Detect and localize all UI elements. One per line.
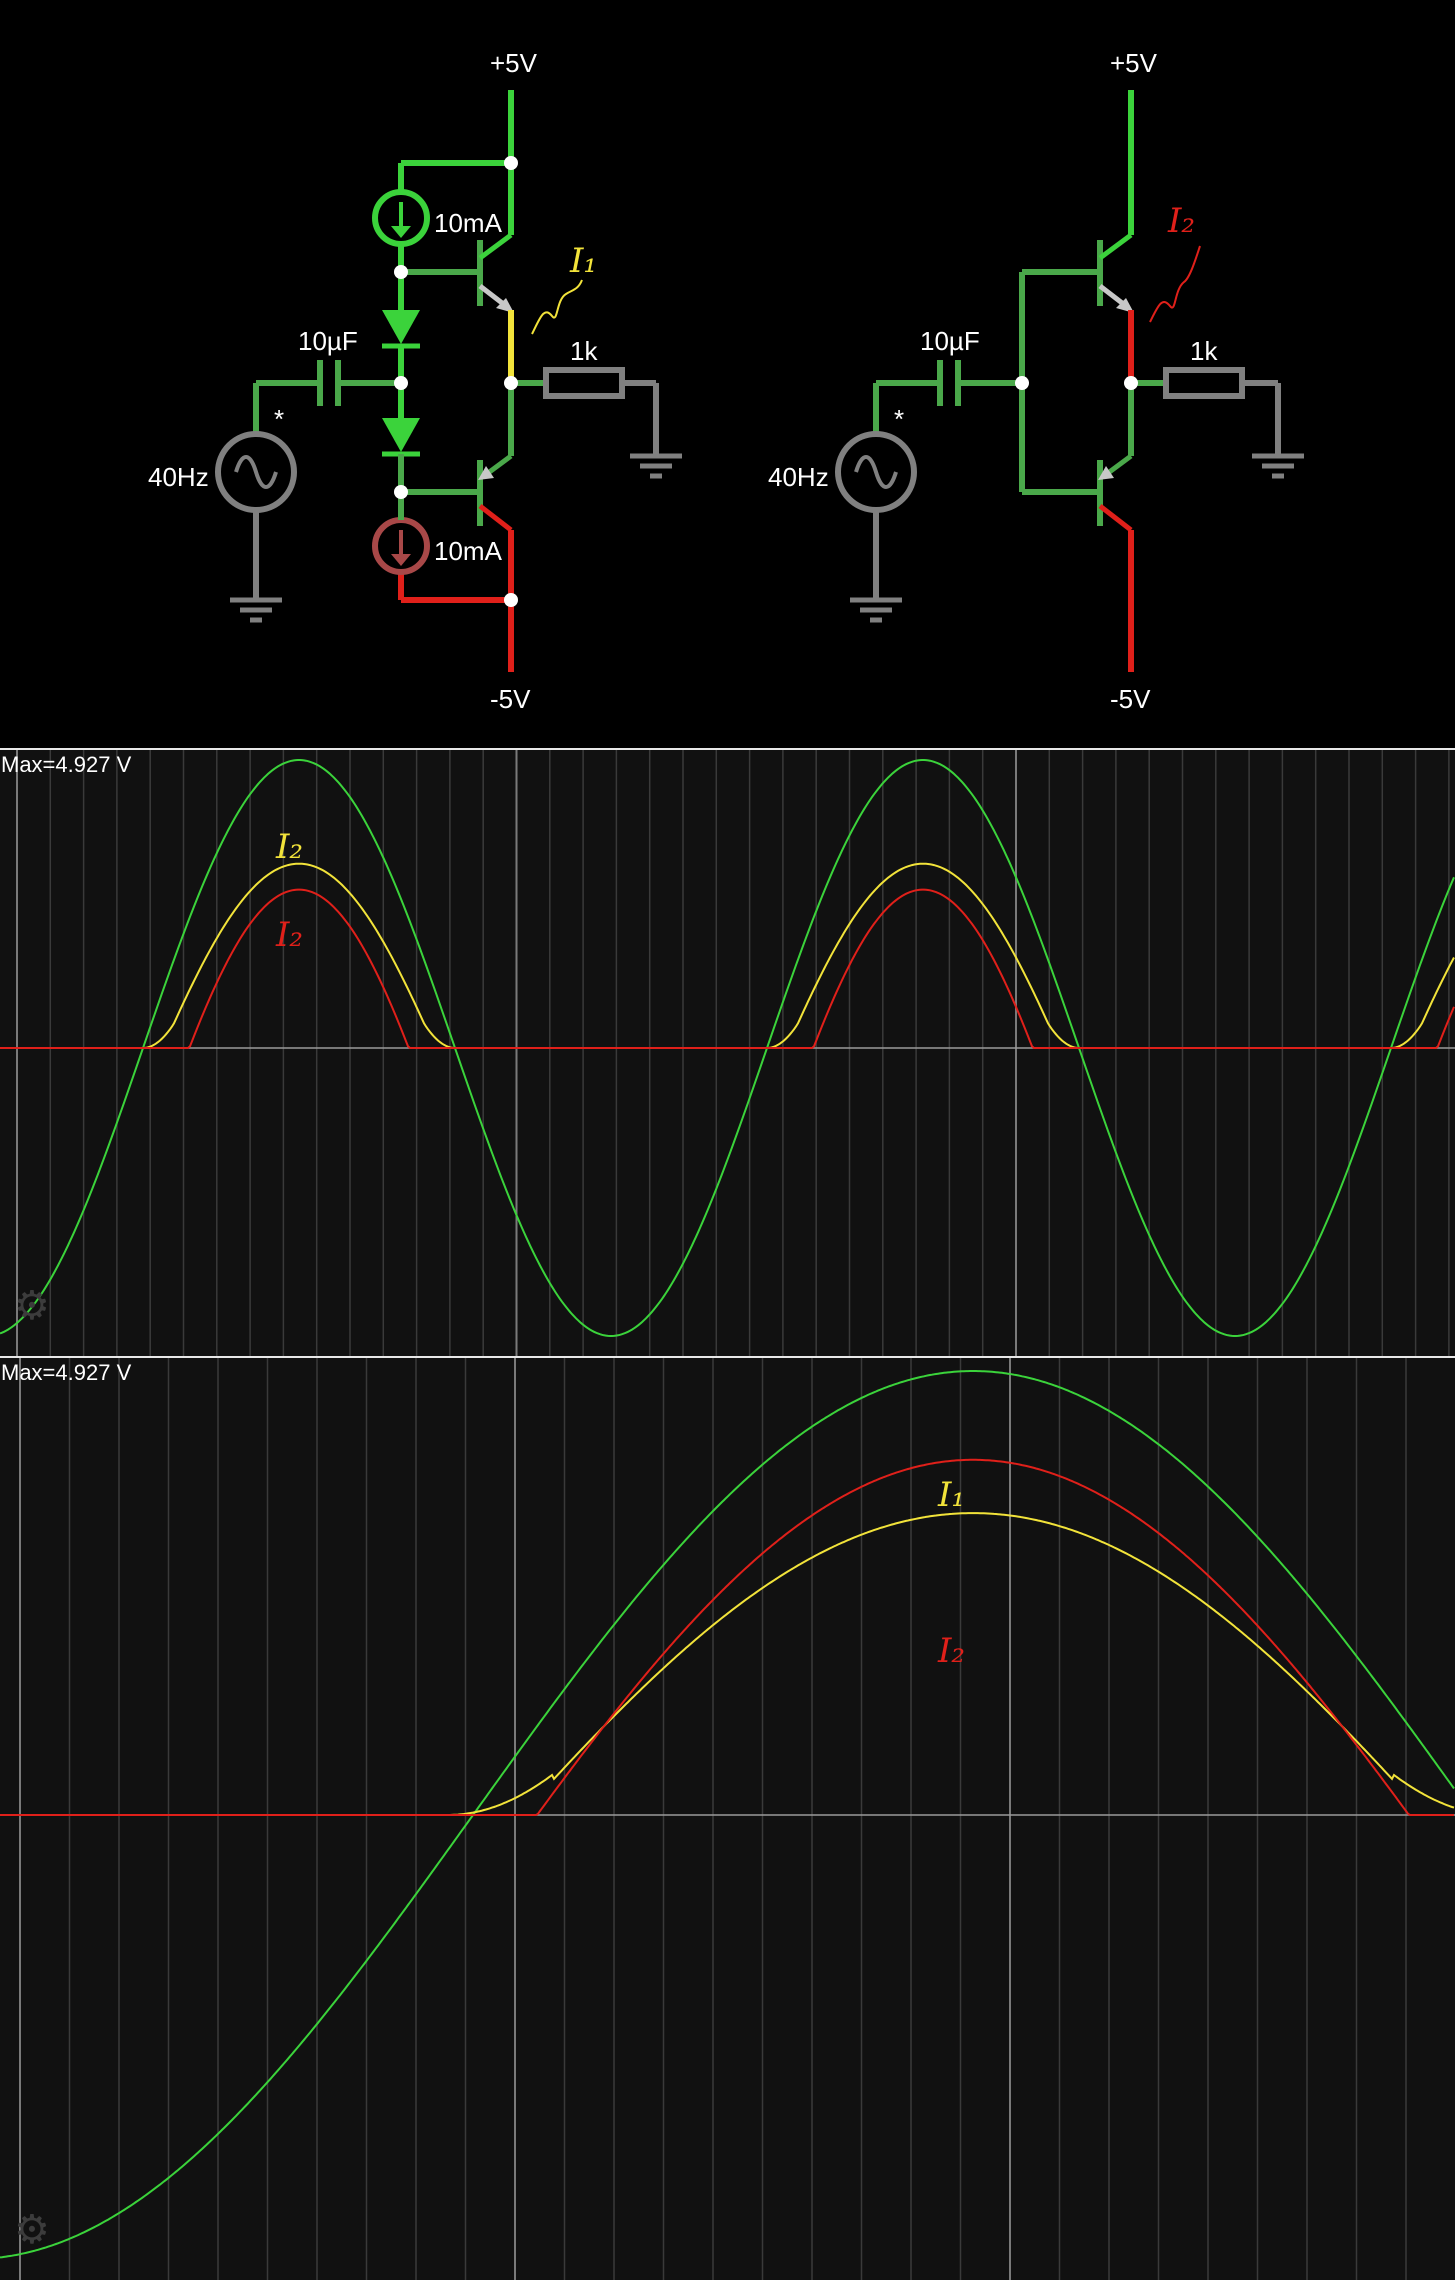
pnp-transistor[interactable]: [401, 453, 513, 532]
right-resistor-label: 1k: [1190, 336, 1218, 366]
trace-yellow: [0, 862, 1455, 1049]
scope1-max-label: Max=4.927 V: [1, 752, 132, 777]
sine-source-icon[interactable]: [835, 431, 917, 513]
circuit-canvas[interactable]: +5V -5V 10mA 10mA 10µF 1k 40Hz * I₁ +5V …: [0, 0, 1455, 748]
sine-source-icon[interactable]: [215, 431, 297, 513]
diode-icon: [382, 310, 420, 349]
scope2-plot: I₁ I₂: [0, 1358, 1455, 2280]
left-freq-label: 40Hz: [148, 462, 209, 492]
ground-icon: [850, 597, 902, 623]
current-source-icon[interactable]: [372, 189, 430, 247]
right-vminus-label: -5V: [1110, 684, 1151, 714]
trace-annotation: I₂: [275, 915, 303, 955]
right-source-marker: *: [894, 404, 904, 434]
npn-transistor[interactable]: [477, 232, 514, 313]
left-top-current-label: 10mA: [434, 208, 503, 238]
left-source-marker: *: [274, 404, 284, 434]
scope2-max-label: Max=4.927 V: [1, 1360, 132, 1385]
right-circuit[interactable]: +5V -5V 10µF 1k 40Hz * I₂: [768, 48, 1304, 714]
gear-icon[interactable]: ⚙: [14, 1286, 50, 1326]
left-capacitor-label: 10µF: [298, 326, 358, 356]
trace-annotation: I₁: [937, 1475, 965, 1515]
scope-panel-2[interactable]: Max=4.927 V I₁ I₂ ⚙: [0, 1356, 1455, 2280]
right-vplus-label: +5V: [1110, 48, 1158, 78]
left-circuit[interactable]: +5V -5V 10mA 10mA 10µF 1k 40Hz * I₁: [148, 48, 682, 714]
right-freq-label: 40Hz: [768, 462, 829, 492]
trace-red: [0, 888, 1455, 1049]
left-bottom-current-label: 10mA: [434, 536, 503, 566]
trace-annotation: I₂: [937, 1631, 965, 1671]
scope-panel-1[interactable]: Max=4.927 V I₂ I₂ ⚙: [0, 748, 1455, 1356]
current-source-icon[interactable]: [372, 517, 430, 575]
diode-icon: [382, 418, 420, 457]
ground-icon: [230, 597, 282, 623]
right-capacitor-label: 10µF: [920, 326, 980, 356]
left-vminus-label: -5V: [490, 684, 531, 714]
trace-annotation: I₂: [275, 827, 303, 867]
left-resistor-label: 1k: [570, 336, 598, 366]
gear-icon[interactable]: ⚙: [14, 2210, 50, 2250]
left-i1-annotation: I₁: [569, 241, 597, 281]
right-i2-annotation: I₂: [1167, 201, 1195, 241]
ground-icon: [630, 453, 682, 479]
left-vplus-label: +5V: [490, 48, 538, 78]
ground-icon: [1252, 453, 1304, 479]
scope1-plot: I₂ I₂: [0, 750, 1455, 1356]
